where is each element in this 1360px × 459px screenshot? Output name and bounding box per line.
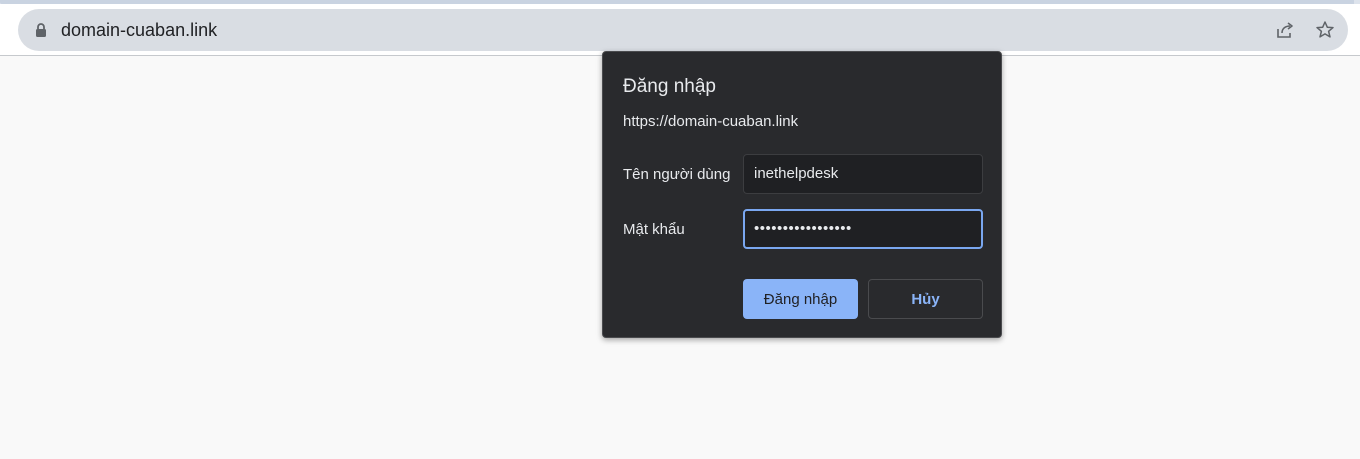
login-button[interactable]: Đăng nhập [743,279,858,319]
share-icon[interactable] [1274,19,1296,41]
star-icon[interactable] [1314,19,1336,41]
dialog-origin: https://domain-cuaban.link [623,113,799,130]
username-input[interactable]: inethelpdesk [743,154,983,194]
cancel-button[interactable]: Hủy [868,279,983,319]
lock-icon[interactable] [35,22,47,38]
address-bar-url[interactable]: domain-cuaban.link [61,9,217,51]
browser-toolbar: domain-cuaban.link [0,4,1360,56]
dialog-title: Đăng nhập [623,76,716,97]
password-input[interactable]: ••••••••••••••••• [743,209,983,249]
username-label: Tên người dùng [623,166,731,183]
password-label: Mật khẩu [623,221,685,238]
address-bar[interactable]: domain-cuaban.link [18,9,1348,51]
http-auth-dialog: Đăng nhập https://domain-cuaban.link Tên… [602,51,1002,338]
